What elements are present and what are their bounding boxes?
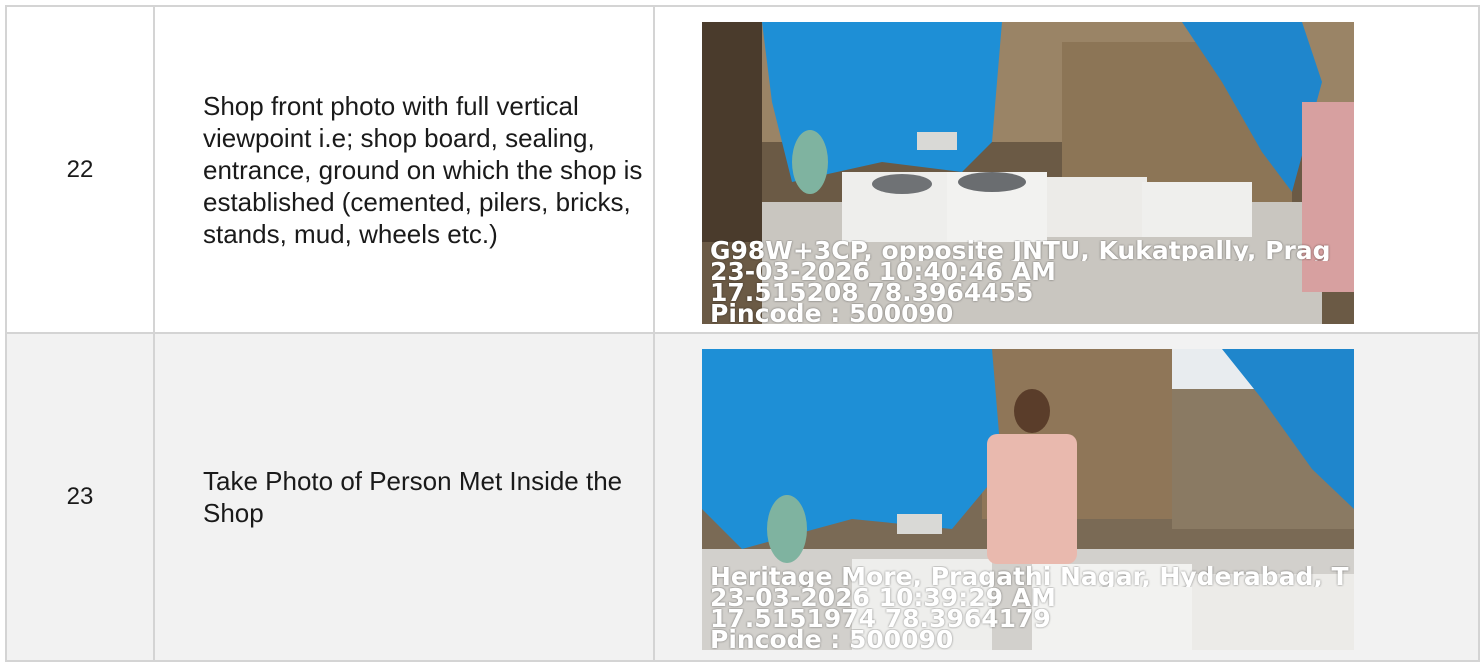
table-row: 23 Take Photo of Person Met Inside the S…: [5, 332, 1480, 662]
row-number: 22: [5, 5, 155, 334]
geotag-coordinates: 17.515208 78.3964455: [710, 282, 1034, 303]
geotag-datetime: 23-03-2026 10:39:29 AM: [710, 587, 1056, 608]
geotag-overlay: G98W+3CP, opposite JNTU, Kukatpally, Pra…: [710, 240, 1354, 324]
row-description: Take Photo of Person Met Inside the Shop: [153, 332, 655, 662]
table-row: 22 Shop front photo with full vertical v…: [5, 5, 1480, 334]
photo-checklist-table: 22 Shop front photo with full vertical v…: [5, 5, 1480, 662]
geotag-address: G98W+3CP, opposite JNTU, Kukatpally, Pra…: [710, 240, 1331, 261]
geotag-address: Heritage More, Pragathi Nagar, Hyderabad…: [710, 566, 1349, 587]
geotag-pincode: Pincode : 500090: [710, 303, 954, 324]
geotag-coordinates: 17.5151974 78.3964179: [710, 608, 1051, 629]
geotag-pincode: Pincode : 500090: [710, 629, 954, 650]
row-description: Shop front photo with full vertical view…: [153, 5, 655, 334]
geotag-overlay: Heritage More, Pragathi Nagar, Hyderabad…: [710, 566, 1354, 650]
row-number: 23: [5, 332, 155, 662]
photo-cell: G98W+3CP, opposite JNTU, Kukatpally, Pra…: [653, 5, 1480, 334]
photo-cell: Heritage More, Pragathi Nagar, Hyderabad…: [653, 332, 1480, 662]
person-met-photo[interactable]: Heritage More, Pragathi Nagar, Hyderabad…: [702, 349, 1354, 650]
shop-front-photo[interactable]: G98W+3CP, opposite JNTU, Kukatpally, Pra…: [702, 22, 1354, 324]
geotag-datetime: 23-03-2026 10:40:46 AM: [710, 261, 1056, 282]
